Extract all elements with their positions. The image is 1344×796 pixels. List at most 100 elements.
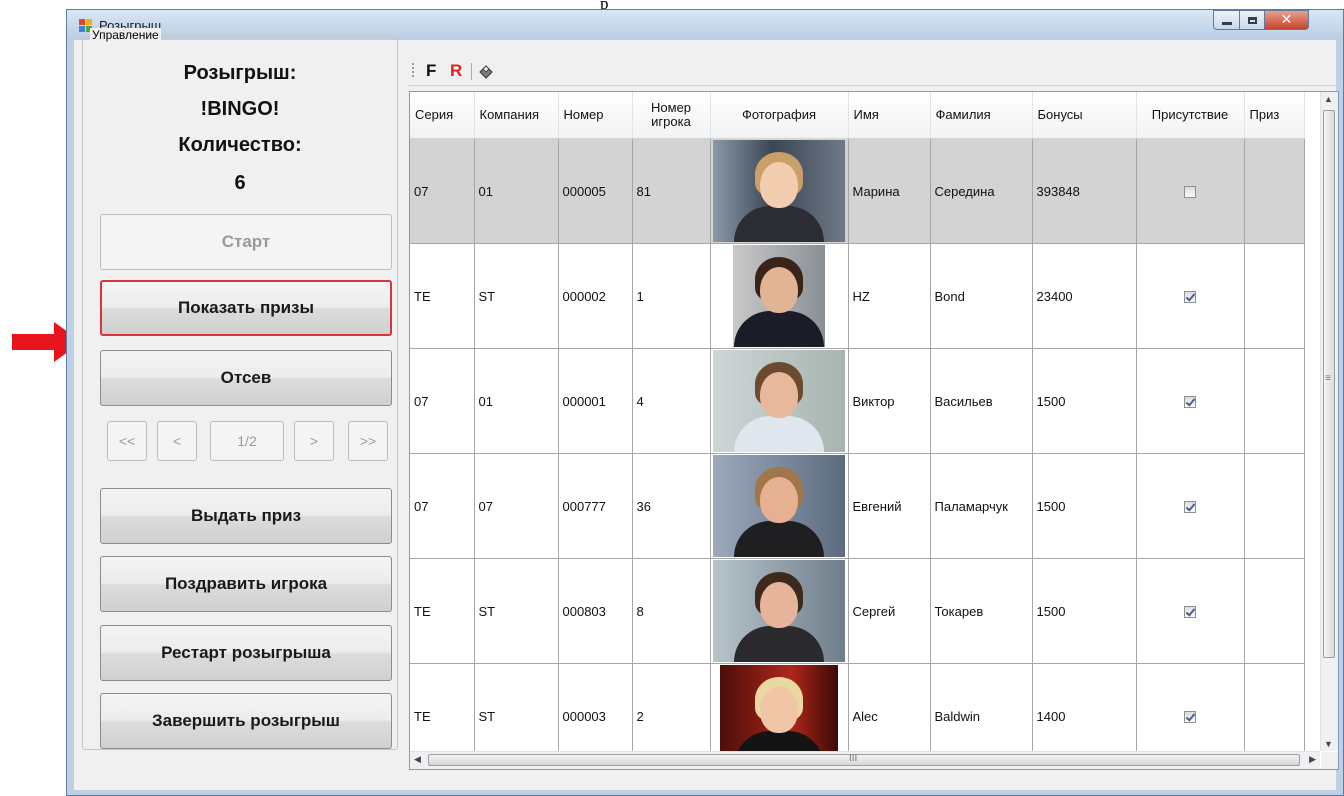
table-row[interactable]: TE ST 000002 1 HZ Bond 23400 <box>410 243 1305 349</box>
column-header-number[interactable]: Номер <box>558 92 633 139</box>
cell-presence[interactable] <box>1136 243 1245 349</box>
toolbar-r-button[interactable]: R <box>450 61 462 81</box>
horizontal-scroll-thumb[interactable]: III <box>428 753 1300 766</box>
toolbar-grip[interactable] <box>412 63 414 79</box>
cell-last-name[interactable]: Васильев <box>930 348 1033 454</box>
maximize-icon <box>1247 16 1257 24</box>
cell-prize[interactable] <box>1244 558 1305 664</box>
vertical-scroll-thumb[interactable]: ≡ <box>1323 110 1335 658</box>
presence-checkbox[interactable] <box>1184 711 1196 724</box>
column-header-first-name[interactable]: Имя <box>848 92 931 139</box>
cell-last-name[interactable]: Bond <box>930 243 1033 349</box>
cell-last-name[interactable]: Токарев <box>930 558 1033 664</box>
column-header-presence[interactable]: Присутствие <box>1136 92 1245 139</box>
close-button[interactable]: ✕ <box>1264 10 1309 30</box>
cell-presence[interactable] <box>1136 558 1245 664</box>
cell-first-name[interactable]: Евгений <box>848 453 931 559</box>
cell-prize[interactable] <box>1244 138 1305 244</box>
cell-company[interactable]: 01 <box>474 348 559 454</box>
column-header-prize[interactable]: Приз <box>1244 92 1305 139</box>
scroll-left-icon[interactable]: ◀ <box>414 754 421 765</box>
scroll-up-icon[interactable]: ▲ <box>1324 94 1333 104</box>
cell-bonus[interactable]: 1500 <box>1032 348 1137 454</box>
cell-presence[interactable] <box>1136 138 1245 244</box>
cell-bonus[interactable]: 393848 <box>1032 138 1137 244</box>
cell-presence[interactable] <box>1136 453 1245 559</box>
cell-series[interactable]: 07 <box>410 138 475 244</box>
column-header-last-name[interactable]: Фамилия <box>930 92 1033 139</box>
cell-number[interactable]: 000001 <box>558 348 633 454</box>
minimize-button[interactable] <box>1213 10 1240 30</box>
cell-number[interactable]: 000002 <box>558 243 633 349</box>
screening-button[interactable]: Отсев <box>100 350 392 406</box>
table-row[interactable]: 07 07 000777 36 Евгений Паламарчук 1500 <box>410 453 1305 559</box>
cell-first-name[interactable]: Марина <box>848 138 931 244</box>
column-header-company[interactable]: Компания <box>474 92 559 139</box>
cell-bonus[interactable]: 23400 <box>1032 243 1137 349</box>
cell-photo[interactable] <box>710 138 849 244</box>
prev-page-button[interactable]: < <box>157 421 197 461</box>
column-header-player-number[interactable]: Номер игрока <box>632 92 711 139</box>
cell-presence[interactable] <box>1136 348 1245 454</box>
cell-first-name[interactable]: Сергей <box>848 558 931 664</box>
column-header-photo[interactable]: Фотография <box>710 92 849 139</box>
players-grid[interactable]: Серия Компания Номер Номер игрока Фотогр… <box>409 91 1339 770</box>
cell-series[interactable]: 07 <box>410 453 475 559</box>
cell-prize[interactable] <box>1244 348 1305 454</box>
cell-number[interactable]: 000005 <box>558 138 633 244</box>
horizontal-scrollbar[interactable]: ◀ III ▶ <box>410 751 1320 769</box>
cell-player-number[interactable]: 81 <box>632 138 711 244</box>
presence-checkbox[interactable] <box>1184 291 1196 304</box>
cell-number[interactable]: 000777 <box>558 453 633 559</box>
cell-bonus[interactable]: 1500 <box>1032 558 1137 664</box>
presence-checkbox[interactable] <box>1184 186 1196 199</box>
table-row[interactable]: 07 01 000001 4 Виктор Васильев 1500 <box>410 348 1305 454</box>
cell-photo[interactable] <box>710 348 849 454</box>
cell-player-number[interactable]: 36 <box>632 453 711 559</box>
scroll-right-icon[interactable]: ▶ <box>1309 754 1316 765</box>
first-page-button[interactable]: << <box>107 421 147 461</box>
cell-photo[interactable] <box>710 243 849 349</box>
cell-photo[interactable] <box>710 558 849 664</box>
cell-bonus[interactable]: 1500 <box>1032 453 1137 559</box>
cell-prize[interactable] <box>1244 243 1305 349</box>
cell-player-number[interactable]: 1 <box>632 243 711 349</box>
cell-series[interactable]: TE <box>410 243 475 349</box>
cell-company[interactable]: 01 <box>474 138 559 244</box>
finish-draw-button[interactable]: Завершить розыгрыш <box>100 693 392 749</box>
column-header-bonus[interactable]: Бонусы <box>1032 92 1137 139</box>
cell-first-name[interactable]: HZ <box>848 243 931 349</box>
show-prizes-button[interactable]: Показать призы <box>100 280 392 336</box>
cell-player-number[interactable]: 8 <box>632 558 711 664</box>
cell-series[interactable]: 07 <box>410 348 475 454</box>
cell-last-name[interactable]: Паламарчук <box>930 453 1033 559</box>
cell-company[interactable]: ST <box>474 558 559 664</box>
cell-player-number[interactable]: 4 <box>632 348 711 454</box>
congratulate-player-button[interactable]: Поздравить игрока <box>100 556 392 612</box>
last-page-button[interactable]: >> <box>348 421 388 461</box>
next-page-button[interactable]: > <box>294 421 334 461</box>
cell-series[interactable]: TE <box>410 558 475 664</box>
toolbar-f-button[interactable]: F <box>426 61 436 81</box>
vertical-scrollbar[interactable]: ▲ ≡ ▼ <box>1320 92 1338 751</box>
cell-first-name[interactable]: Виктор <box>848 348 931 454</box>
cell-photo[interactable] <box>710 453 849 559</box>
table-row[interactable]: TE ST 000803 8 Сергей Токарев 1500 <box>410 558 1305 664</box>
scroll-down-icon[interactable]: ▼ <box>1324 739 1333 749</box>
cell-prize[interactable] <box>1244 453 1305 559</box>
table-row[interactable]: 07 01 000005 81 Марина Середина 393848 <box>410 138 1305 244</box>
issue-prize-button[interactable]: Выдать приз <box>100 488 392 544</box>
cell-company[interactable]: 07 <box>474 453 559 559</box>
presence-checkbox[interactable] <box>1184 501 1196 514</box>
presence-checkbox[interactable] <box>1184 396 1196 409</box>
cell-number[interactable]: 000803 <box>558 558 633 664</box>
column-header-series[interactable]: Серия <box>410 92 475 139</box>
cell-company[interactable]: ST <box>474 243 559 349</box>
cell-last-name[interactable]: Середина <box>930 138 1033 244</box>
presence-checkbox[interactable] <box>1184 606 1196 619</box>
scroll-corner <box>1321 752 1338 769</box>
eraser-icon[interactable] <box>478 63 494 79</box>
restart-draw-button[interactable]: Рестарт розыгрыша <box>100 625 392 681</box>
start-button[interactable]: Старт <box>100 214 392 270</box>
maximize-button[interactable] <box>1239 10 1265 30</box>
